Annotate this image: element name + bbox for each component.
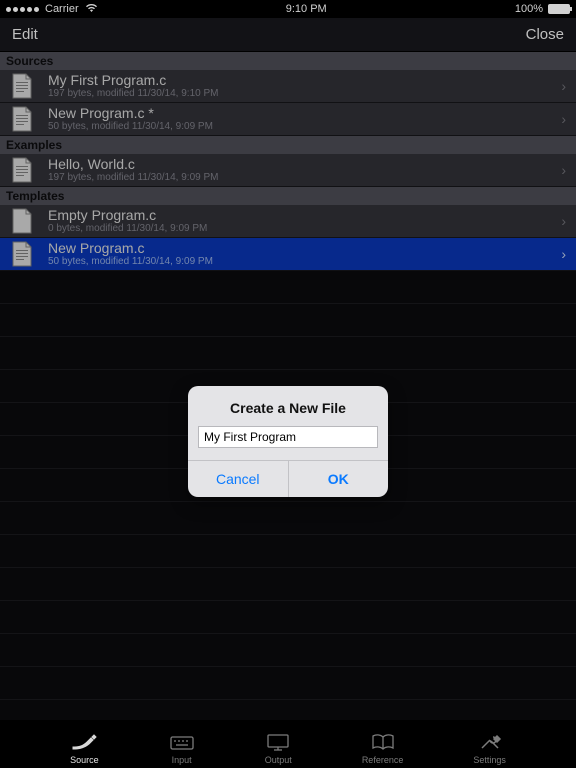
cancel-button[interactable]: Cancel — [188, 461, 288, 497]
carrier-label: Carrier — [45, 3, 79, 15]
close-button[interactable]: Close — [526, 26, 564, 43]
wifi-icon — [85, 3, 98, 16]
battery-icon — [548, 4, 570, 14]
tools-icon — [477, 731, 503, 753]
status-left: Carrier — [6, 3, 98, 16]
file-list: Sources My First Program.c 197 bytes, mo… — [0, 52, 576, 720]
status-time: 9:10 PM — [286, 3, 327, 15]
dialog-buttons: Cancel OK — [188, 460, 388, 497]
tab-label: Source — [70, 755, 99, 765]
nav-bar: Edit Close — [0, 18, 576, 52]
tab-bar: Source Input Output Reference Settings — [0, 720, 576, 768]
new-file-dialog: Create a New File Cancel OK — [188, 386, 388, 497]
filename-input[interactable] — [198, 426, 378, 448]
pen-icon — [71, 731, 97, 753]
edit-button[interactable]: Edit — [12, 26, 38, 43]
signal-icon — [6, 7, 39, 12]
status-bar: Carrier 9:10 PM 100% — [0, 0, 576, 18]
ok-button[interactable]: OK — [288, 461, 389, 497]
tab-input[interactable]: Input — [169, 731, 195, 765]
book-icon — [370, 731, 396, 753]
status-right: 100% — [515, 3, 570, 15]
tab-output[interactable]: Output — [265, 731, 292, 765]
tab-settings[interactable]: Settings — [473, 731, 506, 765]
battery-percent: 100% — [515, 3, 543, 15]
tab-source[interactable]: Source — [70, 731, 99, 765]
keyboard-icon — [169, 731, 195, 753]
dialog-title: Create a New File — [188, 386, 388, 426]
tab-label: Output — [265, 755, 292, 765]
tab-reference[interactable]: Reference — [362, 731, 404, 765]
monitor-icon — [265, 731, 291, 753]
dialog-input-wrap — [188, 426, 388, 460]
tab-label: Reference — [362, 755, 404, 765]
tab-label: Input — [172, 755, 192, 765]
tab-label: Settings — [473, 755, 506, 765]
